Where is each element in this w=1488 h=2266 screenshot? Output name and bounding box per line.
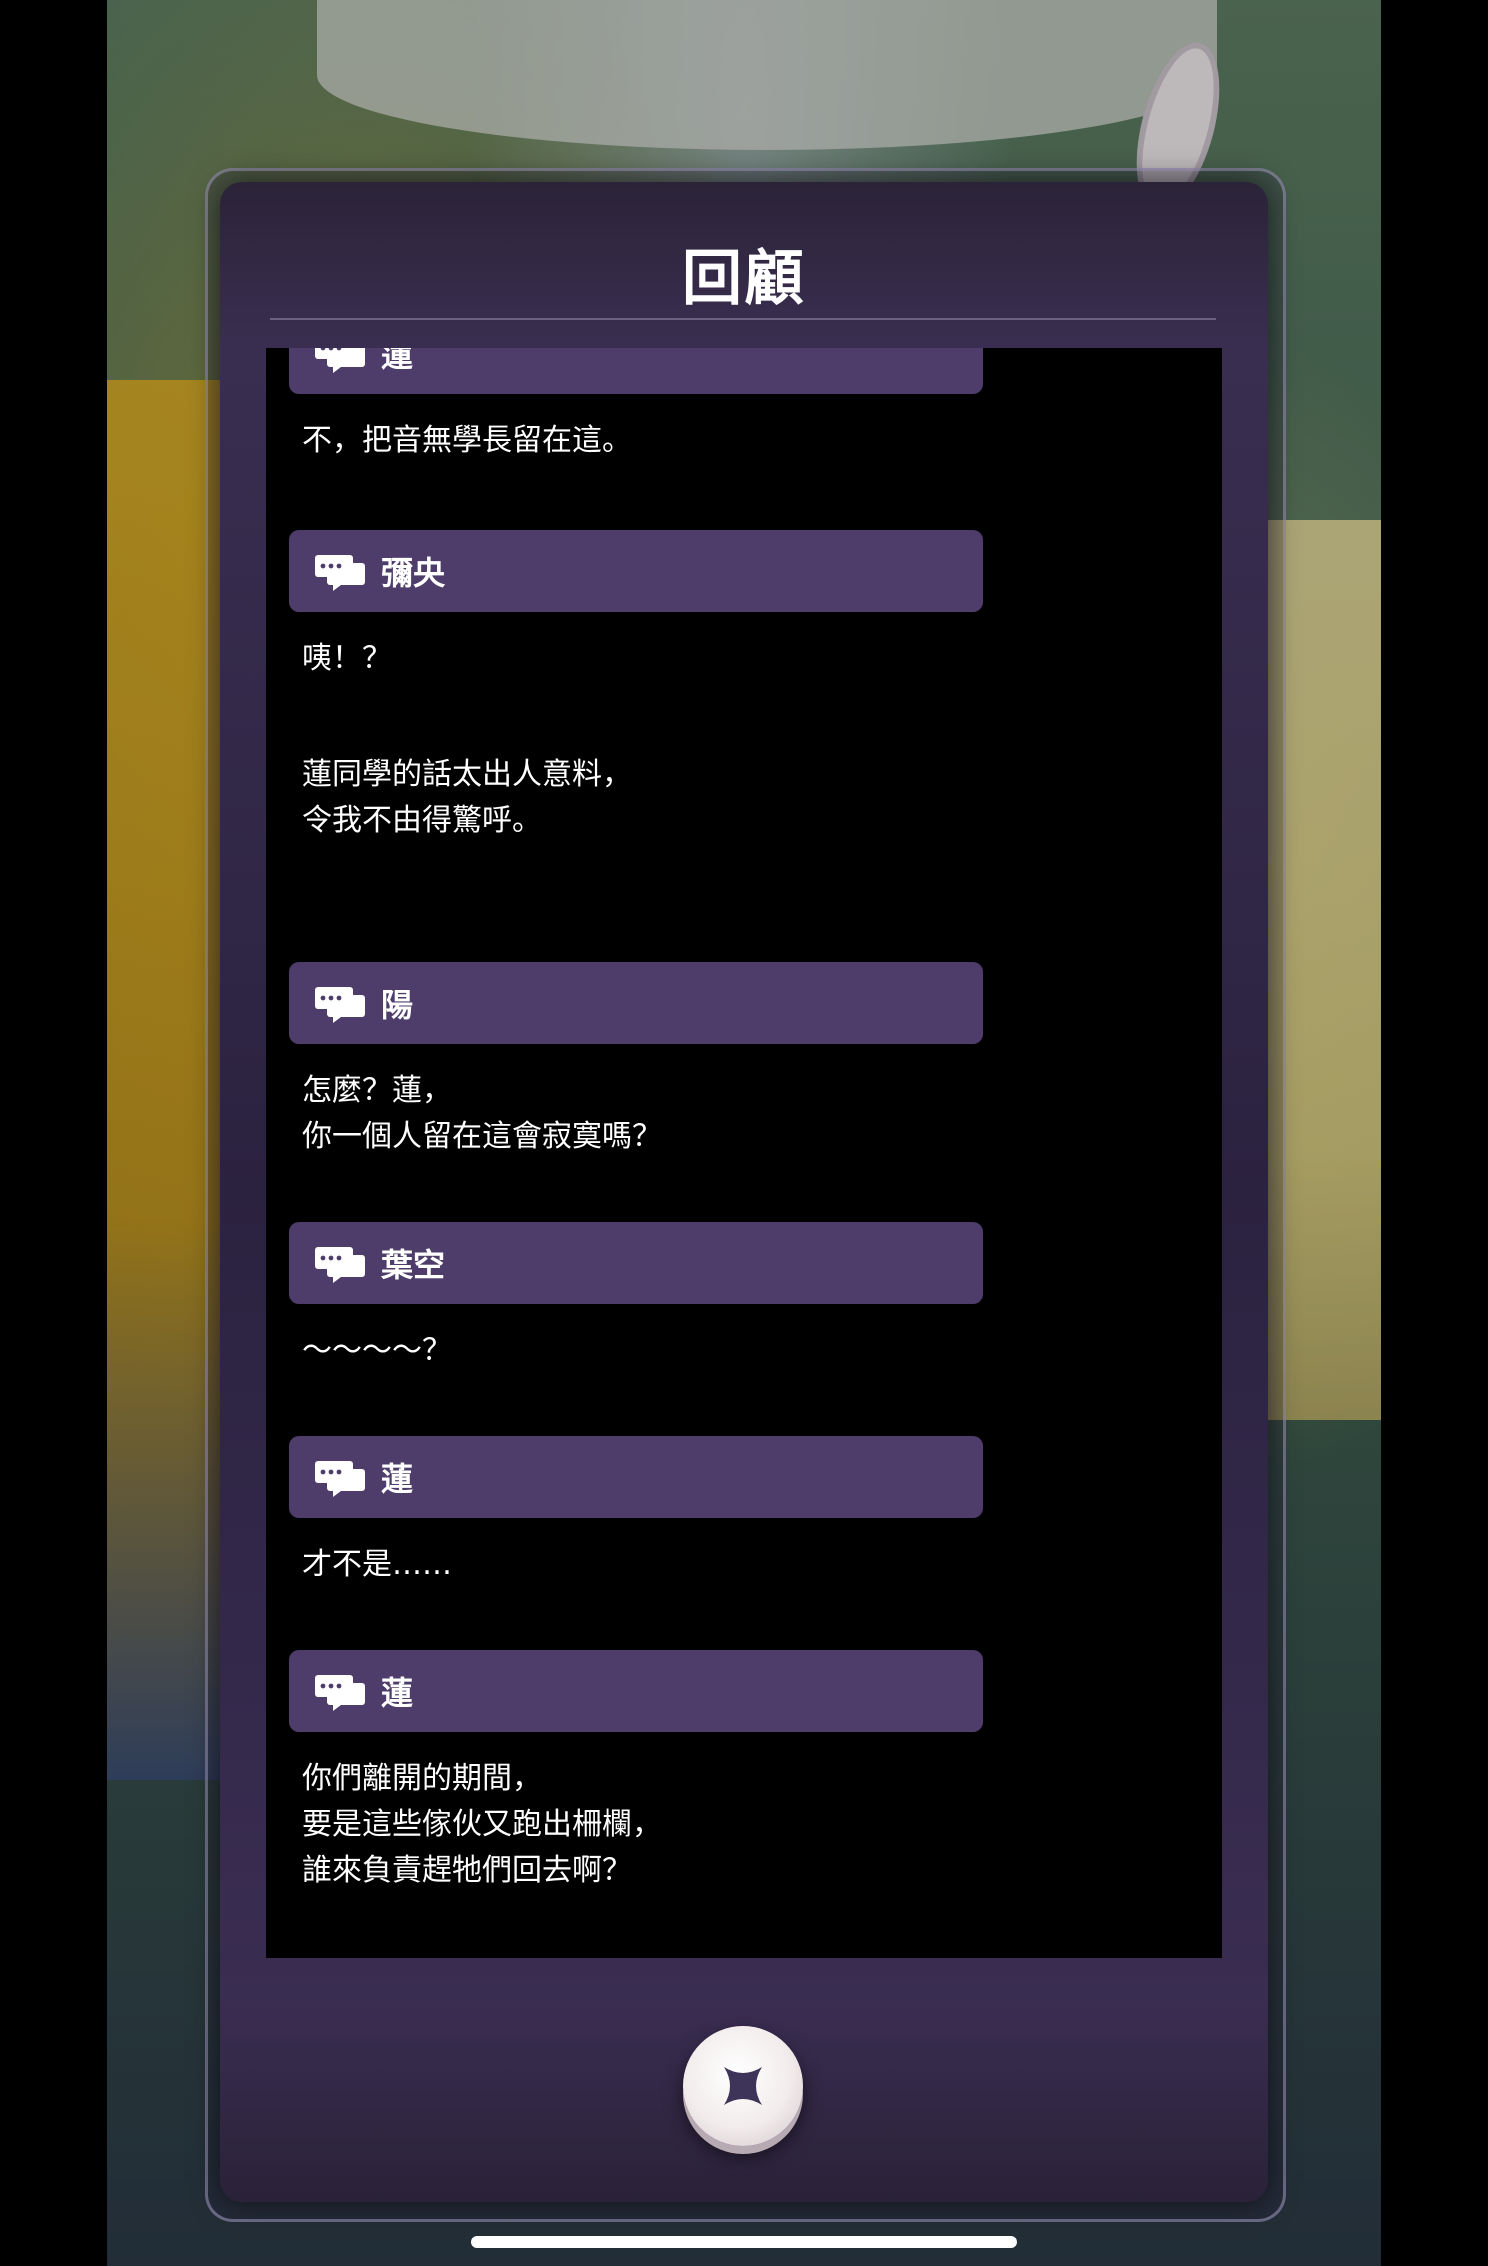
- log-entry: 葉空 ～～～～？: [266, 1222, 1222, 1374]
- backlog-scroll-area[interactable]: 蓮 不，把音無學長留在這。 彌央 咦！？ 蓮同學的話太出人意料， 令我不由得驚呼…: [266, 348, 1222, 1958]
- dialog-title: 回顧: [682, 244, 806, 314]
- dialogue-line: 要是這些傢伙又跑出柵欄，: [302, 1807, 662, 1842]
- speaker-name: 蓮: [381, 1674, 414, 1712]
- dialogue-line: 咦！？: [302, 641, 392, 676]
- speaker-name: 陽: [381, 986, 414, 1024]
- log-entry: 蓮 你們離開的期間， 要是這些傢伙又跑出柵欄， 誰來負責趕牠們回去啊？: [266, 1650, 1222, 1894]
- backlog-list: 蓮 不，把音無學長留在這。 彌央 咦！？ 蓮同學的話太出人意料， 令我不由得驚呼…: [266, 348, 1222, 1894]
- speaker-name-bar: 蓮: [289, 1650, 983, 1732]
- home-indicator[interactable]: [471, 2236, 1017, 2248]
- dialogue-line: 怎麼？蓮，: [302, 1073, 452, 1108]
- dialogue-line: 誰來負責趕牠們回去啊？: [302, 1853, 632, 1888]
- dialogue-line: 才不是……: [302, 1547, 452, 1582]
- speech-bubble-icon: [315, 555, 365, 591]
- speaker-name-bar: 葉空: [289, 1222, 983, 1304]
- log-entry: 蓮 才不是……: [266, 1436, 1222, 1588]
- speech-bubble-icon: [315, 1461, 365, 1497]
- speaker-name: 葉空: [381, 1246, 446, 1284]
- speaker-name: 蓮: [381, 348, 414, 374]
- speech-bubble-icon: [315, 987, 365, 1023]
- log-entry: 彌央 咦！？ 蓮同學的話太出人意料， 令我不由得驚呼。: [266, 530, 1222, 844]
- dialogue-line: 你們離開的期間，: [302, 1761, 542, 1796]
- dialogue-line: 不，把音無學長留在這。: [302, 423, 632, 458]
- speech-bubble-icon: [315, 348, 365, 373]
- speech-bubble-icon: [315, 1247, 365, 1283]
- speaker-name: 蓮: [381, 1460, 414, 1498]
- log-entry: 陽 怎麼？蓮， 你一個人留在這會寂寞嗎？: [266, 962, 1222, 1160]
- speech-bubble-icon: [315, 1675, 365, 1711]
- title-divider: [270, 318, 1216, 320]
- close-x-icon: [724, 2067, 762, 2105]
- speaker-name: 彌央: [381, 554, 446, 592]
- speaker-name-bar: 蓮: [289, 348, 983, 394]
- speaker-name-bar: 蓮: [289, 1436, 983, 1518]
- speaker-name-bar: 陽: [289, 962, 983, 1044]
- speaker-name-bar: 彌央: [289, 530, 983, 612]
- dialogue-line: 令我不由得驚呼。: [302, 803, 542, 838]
- dialogue-line: 蓮同學的話太出人意料，: [302, 757, 632, 792]
- dialogue-line: 你一個人留在這會寂寞嗎？: [302, 1119, 662, 1154]
- close-button[interactable]: [683, 2026, 803, 2146]
- dialogue-line: ～～～～？: [302, 1333, 452, 1368]
- log-entry: 蓮 不，把音無學長留在這。: [266, 348, 1222, 464]
